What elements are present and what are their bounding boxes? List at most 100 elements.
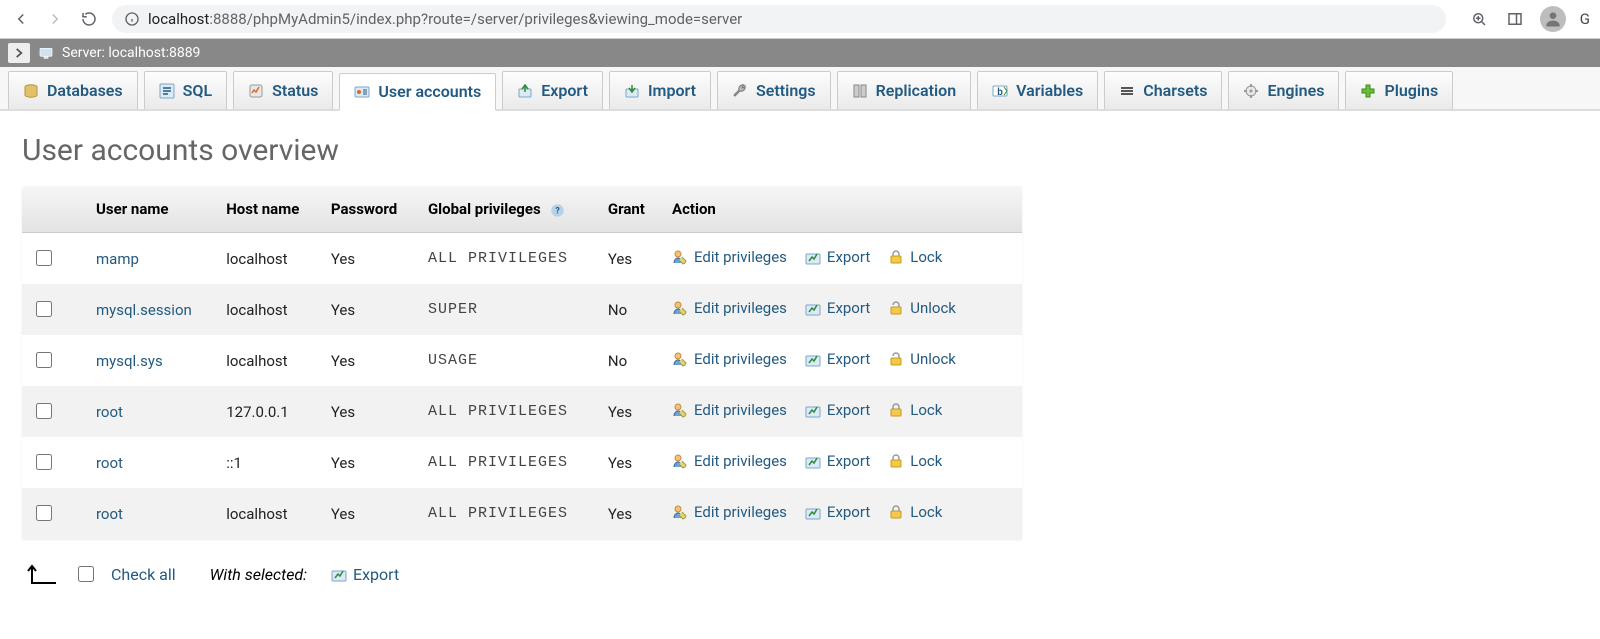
check-all-link[interactable]: Check all [111,565,176,584]
col-action: Action [662,186,1022,233]
export-user-button[interactable]: Export [805,503,870,521]
grant-cell: Yes [598,488,662,539]
tab-engines[interactable]: Engines [1228,71,1339,109]
edit-privileges-button[interactable]: Edit privileges [672,299,787,317]
tab-user-accounts[interactable]: User accounts [339,73,496,111]
row-checkbox[interactable] [36,352,52,368]
tab-charsets[interactable]: Charsets [1104,71,1222,109]
lock-user-button[interactable]: Lock [888,503,942,521]
password-cell: Yes [321,386,418,437]
row-checkbox[interactable] [36,505,52,521]
help-icon[interactable]: ? [550,203,565,218]
check-all-checkbox[interactable] [78,566,94,582]
arrow-right-icon [46,10,64,28]
table-row: mysql.syslocalhostYesUSAGENoEdit privile… [22,335,1022,386]
user-link[interactable]: root [96,403,123,421]
col-privileges: Global privileges ? [418,186,598,233]
tab-status[interactable]: Status [233,71,333,109]
user-link[interactable]: root [96,505,123,523]
row-checkbox[interactable] [36,301,52,317]
host-cell: 127.0.0.1 [216,386,321,437]
charsets-icon [1119,83,1135,99]
browser-back-button[interactable] [10,8,32,30]
edit-user-icon [672,453,688,469]
edit-privileges-label: Edit privileges [694,299,787,317]
url-bar[interactable]: localhost:8888/phpMyAdmin5/index.php?rou… [112,5,1446,33]
page-title: User accounts overview [22,133,1578,168]
edit-privileges-label: Edit privileges [694,350,787,368]
zoom-icon[interactable] [1468,8,1490,30]
lock-user-button[interactable]: Unlock [888,299,956,317]
export-user-button[interactable]: Export [805,299,870,317]
edit-privileges-button[interactable]: Edit privileges [672,350,787,368]
site-info-icon[interactable] [124,11,140,27]
user-link[interactable]: mamp [96,250,139,268]
databases-icon [23,83,39,99]
export-icon [331,566,347,582]
lock-user-button[interactable]: Lock [888,452,942,470]
arrow-right-small-icon [12,46,26,60]
privileges-cell: SUPER [418,284,598,335]
lock-user-button[interactable]: Lock [888,401,942,419]
edit-privileges-button[interactable]: Edit privileges [672,401,787,419]
user-link[interactable]: root [96,454,123,472]
reload-icon [80,10,98,28]
tab-label: Databases [47,81,123,100]
collapse-nav-button[interactable] [8,43,30,63]
edit-user-icon [672,249,688,265]
edit-privileges-label: Edit privileges [694,503,787,521]
panel-icon[interactable] [1504,8,1526,30]
export-user-button[interactable]: Export [805,401,870,419]
export-label: Export [827,350,870,368]
export-user-button[interactable]: Export [805,248,870,266]
password-cell: Yes [321,437,418,488]
privileges-cell: ALL PRIVILEGES [418,386,598,437]
user-link[interactable]: mysql.session [96,301,192,319]
user-link[interactable]: mysql.sys [96,352,163,370]
tab-replication[interactable]: Replication [837,71,972,109]
tab-import[interactable]: Import [609,71,711,109]
lock-label: Unlock [910,350,956,368]
browser-reload-button[interactable] [78,8,100,30]
server-label[interactable]: Server: localhost:8889 [62,45,200,61]
tab-databases[interactable]: Databases [8,71,138,109]
edit-user-icon [672,300,688,316]
with-selected-label: With selected: [210,565,307,584]
tab-plugins[interactable]: Plugins [1345,71,1453,109]
lock-icon [888,402,904,418]
table-row: mysql.sessionlocalhostYesSUPERNoEdit pri… [22,284,1022,335]
lock-user-button[interactable]: Lock [888,248,942,266]
edit-privileges-button[interactable]: Edit privileges [672,452,787,470]
browser-forward-button[interactable] [44,8,66,30]
url-path: /phpMyAdmin5/index.php?route=/server/pri… [247,10,743,28]
row-checkbox[interactable] [36,454,52,470]
password-cell: Yes [321,284,418,335]
tab-export[interactable]: Export [502,71,603,109]
engines-icon [1243,83,1259,99]
row-checkbox[interactable] [36,403,52,419]
edit-privileges-button[interactable]: Edit privileges [672,503,787,521]
lock-user-button[interactable]: Unlock [888,350,956,368]
svg-text:?: ? [556,206,561,216]
tab-label: User accounts [378,82,481,101]
host-cell: localhost [216,284,321,335]
export-icon [805,351,821,367]
col-password: Password [321,186,418,233]
tab-variables[interactable]: Variables [977,71,1098,109]
profile-avatar[interactable] [1540,6,1566,32]
export-icon [805,249,821,265]
tab-label: Settings [756,81,816,100]
edit-privileges-button[interactable]: Edit privileges [672,248,787,266]
bulk-export-label: Export [353,565,399,584]
bulk-export-button[interactable]: Export [331,565,399,584]
export-user-button[interactable]: Export [805,350,870,368]
edit-privileges-label: Edit privileges [694,401,787,419]
export-label: Export [827,452,870,470]
wrench-icon [732,83,748,99]
tab-settings[interactable]: Settings [717,71,831,109]
tab-sql[interactable]: SQL [144,71,227,109]
export-user-button[interactable]: Export [805,452,870,470]
row-checkbox[interactable] [36,250,52,266]
person-icon [1543,9,1563,29]
col-grant: Grant [598,186,662,233]
